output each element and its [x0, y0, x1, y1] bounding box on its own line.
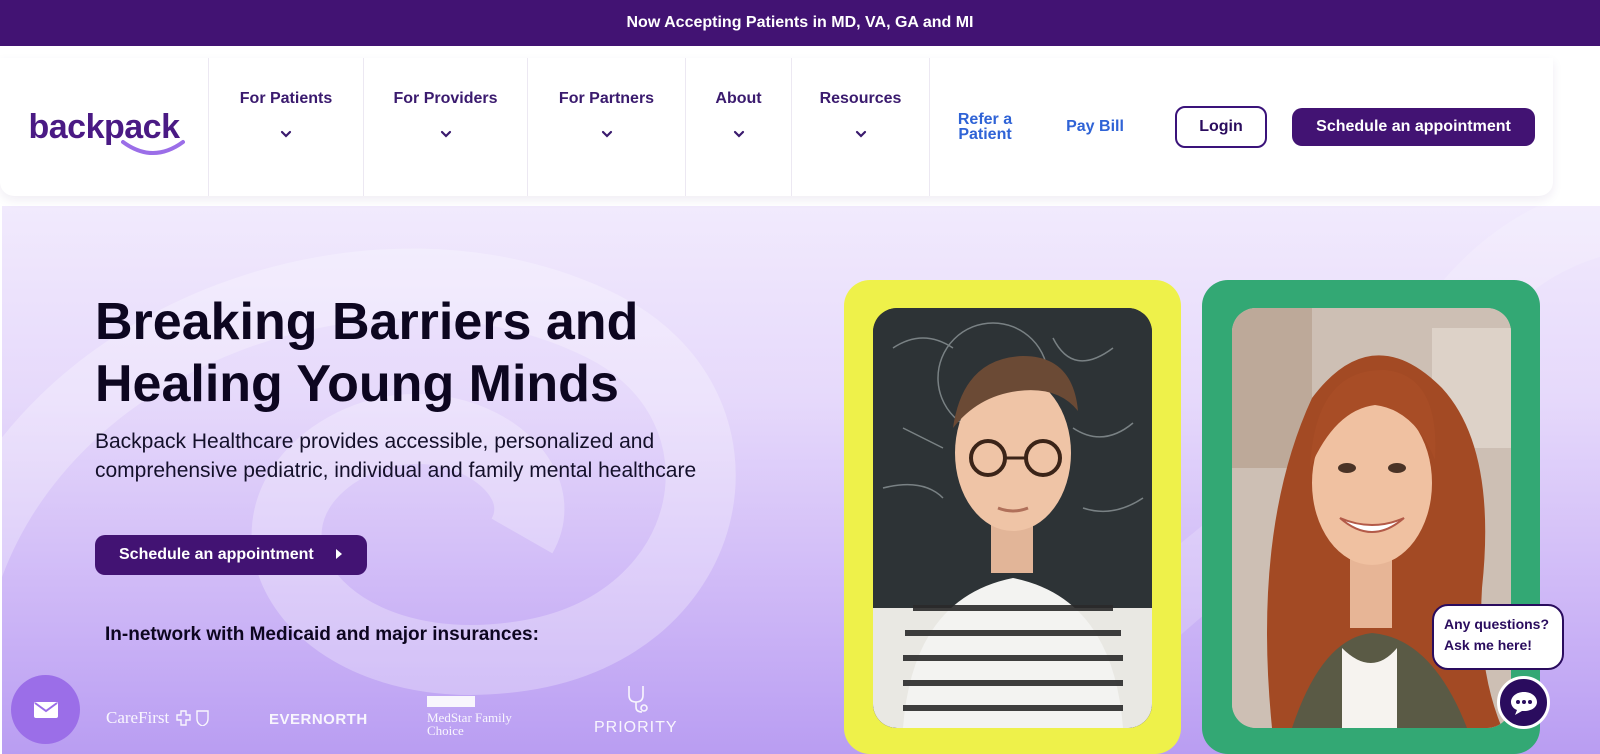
hero-title-line-2: Healing Young Minds — [95, 355, 619, 413]
banner-text: Now Accepting Patients in MD, VA, GA and… — [626, 14, 974, 31]
refer-line-2: Patient — [958, 126, 1012, 143]
login-button[interactable]: Login — [1175, 106, 1267, 148]
nav-label: Resources — [819, 90, 902, 107]
priority-text: PRIORITY — [594, 719, 678, 736]
medstar-logo: MedStar Family Choice — [427, 696, 527, 737]
chat-icon — [1510, 691, 1537, 715]
cross-shield-icon — [176, 710, 209, 726]
chat-line-1: Any questions? — [1444, 616, 1550, 632]
nav-label: For Partners — [558, 90, 655, 107]
priority-logo: PRIORITY — [594, 684, 678, 737]
medstar-mark — [427, 696, 475, 707]
evernorth-logo: EVERNORTH — [269, 711, 368, 728]
nav-for-providers[interactable]: For Providers — [364, 58, 528, 196]
nav-label: About — [715, 90, 762, 107]
chat-prompt-bubble[interactable]: Any questions? Ask me here! — [1432, 604, 1564, 670]
hero-cta-label: Schedule an appointment — [119, 546, 314, 563]
smile-underline-icon — [120, 139, 185, 155]
hero-subtitle-line-1: Backpack Healthcare provides accessible,… — [95, 430, 655, 453]
nav-label: For Patients — [239, 90, 333, 107]
teen-portrait-illustration — [873, 308, 1152, 728]
hero-subtitle: Backpack Healthcare provides accessible,… — [95, 427, 815, 485]
nav-for-partners[interactable]: For Partners — [528, 58, 686, 196]
logo: backpack — [29, 108, 185, 155]
logo-link[interactable]: backpack — [0, 58, 209, 196]
top-announcement-banner: Now Accepting Patients in MD, VA, GA and… — [0, 0, 1600, 46]
chevron-down-icon — [855, 130, 866, 138]
teen-photo — [873, 308, 1152, 728]
schedule-appointment-header-button[interactable]: Schedule an appointment — [1292, 108, 1535, 146]
stethoscope-icon — [627, 686, 648, 713]
schedule-appointment-hero-button[interactable]: Schedule an appointment — [95, 535, 367, 575]
caret-right-icon — [336, 549, 342, 559]
schedule-label: Schedule an appointment — [1316, 118, 1511, 135]
pay-bill-link[interactable]: Pay Bill — [1040, 58, 1150, 196]
site-header: backpack For Patients For Providers For … — [0, 58, 1553, 196]
chat-button[interactable] — [1497, 676, 1550, 729]
pay-bill-label: Pay Bill — [1066, 118, 1124, 135]
medstar-line-2: Choice — [427, 723, 464, 738]
hero-title-line-1: Breaking Barriers and — [95, 293, 639, 351]
nav-for-patients[interactable]: For Patients — [209, 58, 364, 196]
refer-a-patient-link[interactable]: Refer a Patient — [930, 58, 1040, 196]
hero-subtitle-line-2: comprehensive pediatric, individual and … — [95, 459, 697, 482]
login-label: Login — [1199, 118, 1243, 135]
nav-label: For Providers — [393, 90, 498, 107]
hero-title: Breaking Barriers and Healing Young Mind… — [95, 291, 795, 415]
evernorth-text: EVERNORTH — [269, 711, 368, 728]
chevron-down-icon — [601, 130, 612, 138]
insurance-heading: In-network with Medicaid and major insur… — [105, 624, 539, 645]
envelope-icon — [33, 701, 58, 718]
chevron-down-icon — [733, 130, 744, 138]
email-button[interactable] — [11, 675, 80, 744]
carefirst-logo: CareFirst — [106, 708, 211, 728]
nav-about[interactable]: About — [686, 58, 792, 196]
chevron-down-icon — [280, 130, 292, 138]
chevron-down-icon — [440, 130, 451, 138]
chat-line-2: Ask me here! — [1444, 637, 1532, 653]
nav-resources[interactable]: Resources — [792, 58, 930, 196]
carefirst-text: CareFirst — [106, 708, 170, 727]
